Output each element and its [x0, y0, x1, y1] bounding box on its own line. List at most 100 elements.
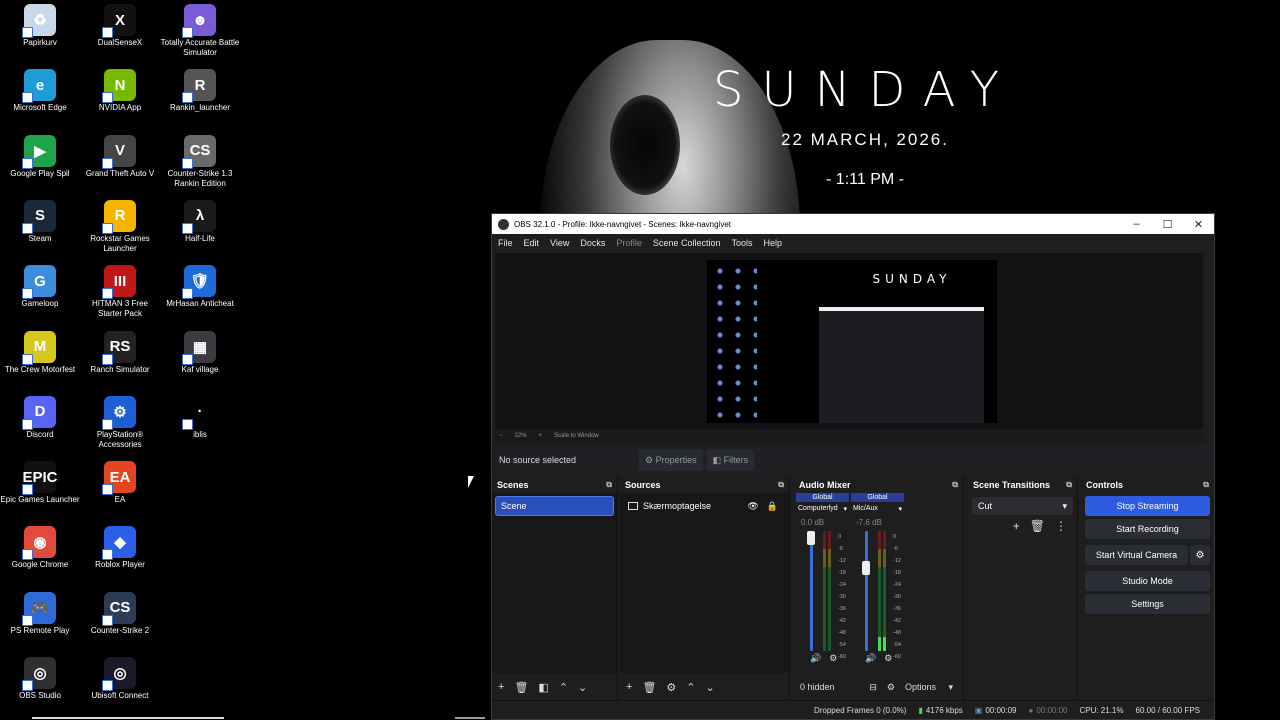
source-settings-icon[interactable]: ⚙	[666, 681, 676, 694]
volume-meter[interactable]: 0 -6 -12 -18 -24 -30 -36 -42 -48 -54 -60	[807, 531, 846, 660]
desktop-icon[interactable]: ♻ Papirkurv	[0, 4, 80, 68]
volume-meter[interactable]: 0 -6 -12 -18 -24 -30 -36 -42 -48 -54 -60	[862, 531, 901, 660]
undock-icon[interactable]: ⧉	[606, 480, 612, 490]
transition-select[interactable]: Cut ▾	[972, 497, 1073, 515]
undock-icon[interactable]: ⧉	[952, 480, 958, 490]
desktop-icon[interactable]: 🛡 MrHasan Anticheat	[160, 265, 240, 329]
desktop-icon[interactable]: λ Half-Life	[160, 199, 240, 264]
zoom-out-icon[interactable]: −	[499, 433, 503, 439]
volume-slider-track[interactable]	[865, 531, 868, 651]
channel-settings-icon[interactable]: ⚙	[829, 653, 845, 663]
menu-edit[interactable]: Edit	[524, 238, 540, 248]
lock-icon[interactable]: 🔒	[767, 501, 778, 512]
desktop-icon[interactable]: ◆ Roblox Player	[80, 526, 160, 590]
add-scene-icon[interactable]: +	[498, 681, 504, 693]
scene-item[interactable]: Scene	[495, 496, 614, 516]
desktop-icon[interactable]: EA EA	[80, 461, 160, 525]
desktop-icon[interactable]: CS Counter-Strike 2	[80, 591, 160, 656]
desktop-icon[interactable]: X DualSenseX	[80, 4, 160, 68]
volume-slider-track[interactable]	[810, 531, 813, 651]
preview-desktop-icons	[711, 263, 757, 418]
eye-icon[interactable]: 👁	[747, 501, 758, 512]
desktop-icon-label: Rockstar Games Launcher	[90, 233, 150, 253]
properties-button[interactable]: ⚙ Properties	[639, 449, 703, 471]
source-item[interactable]: Skærmoptagelse 👁 🔒	[623, 496, 786, 516]
mixer-advanced-icon[interactable]: ⚙	[887, 682, 895, 693]
db-tick-label: 0	[893, 534, 897, 540]
desktop-icon[interactable]: N NVIDIA App	[80, 69, 160, 133]
menu-profile[interactable]: Profile	[616, 238, 642, 248]
desktop-icon[interactable]: RS Ranch Simulator	[80, 330, 160, 395]
move-up-icon[interactable]: ⌃	[686, 681, 695, 694]
channel-name-select[interactable]: Computerlyd ▾	[796, 502, 849, 516]
add-transition-icon[interactable]: +	[1013, 519, 1020, 533]
add-source-icon[interactable]: +	[626, 681, 632, 693]
desktop-icon[interactable]: ⚙ PlayStation® Accessories	[80, 395, 160, 460]
kaf-village-icon: ▦	[182, 330, 216, 365]
desktop-icon[interactable]: ▦ Kaf village	[160, 330, 240, 395]
move-down-icon[interactable]: ⌄	[578, 681, 587, 694]
desktop-icon[interactable]: ◎ Ubisoft Connect	[80, 657, 160, 720]
sources-title: Sources	[625, 479, 661, 490]
zoom-mode-select[interactable]: Scale to Window	[554, 433, 599, 439]
menu-view[interactable]: View	[550, 238, 569, 248]
desktop-icon[interactable]: III HITMAN 3 Free Starter Pack	[80, 265, 160, 329]
preview-canvas[interactable]: SUNDAY	[495, 253, 1203, 429]
undock-icon[interactable]: ⧉	[1203, 480, 1209, 490]
volume-slider-handle[interactable]	[862, 560, 870, 575]
desktop-icon[interactable]: ☻ Totally Accurate Battle Simulator	[160, 4, 240, 68]
desktop-icon[interactable]: ◎ OBS Studio	[0, 657, 80, 720]
desktop-icon[interactable]: CS Counter-Strike 1.3 Rankin Edition	[160, 134, 240, 199]
desktop-icon[interactable]: V Grand Theft Auto V	[80, 134, 160, 199]
stop-streaming-button[interactable]: Stop Streaming	[1085, 496, 1210, 516]
channel-name-select[interactable]: Mic/Aux ▾	[851, 502, 904, 516]
menu-tools[interactable]: Tools	[731, 238, 752, 248]
menu-scene-collection[interactable]: Scene Collection	[653, 238, 721, 248]
move-down-icon[interactable]: ⌄	[706, 681, 715, 694]
speaker-icon[interactable]: 🔊	[810, 653, 829, 663]
desktop-icon[interactable]: 🎮 PS Remote Play	[0, 591, 80, 656]
undock-icon[interactable]: ⧉	[778, 480, 784, 490]
desktop-icon[interactable]: G Gameloop	[0, 265, 80, 329]
menu-docks[interactable]: Docks	[580, 238, 605, 248]
menu-help[interactable]: Help	[763, 238, 782, 248]
start-recording-button[interactable]: Start Recording	[1085, 519, 1210, 539]
scene-filters-icon[interactable]: ◧	[538, 681, 548, 694]
obs-titlebar[interactable]: OBS 32.1.0 - Profile: Ikke-navngivet - S…	[492, 214, 1214, 234]
desktop-icon[interactable]: R Rankin_launcher	[160, 69, 240, 133]
anticheat-icon: 🛡	[182, 265, 216, 300]
filters-button[interactable]: ◧ Filters	[706, 449, 755, 471]
minimize-icon[interactable]: –	[1121, 218, 1152, 230]
start-virtual-camera-button[interactable]: Start Virtual Camera	[1085, 545, 1188, 565]
zoom-in-icon[interactable]: +	[539, 433, 543, 439]
desktop-icon[interactable]: EPIC Epic Games Launcher	[0, 461, 80, 525]
settings-button[interactable]: Settings	[1085, 594, 1210, 614]
desktop-icon[interactable]: R Rockstar Games Launcher	[80, 199, 160, 264]
desktop-icon[interactable]: S Steam	[0, 199, 80, 264]
maximize-icon[interactable]: ☐	[1152, 218, 1183, 231]
signal-icon: ▮	[918, 705, 923, 715]
desktop-icon-label: HITMAN 3 Free Starter Pack	[91, 299, 148, 319]
close-icon[interactable]: ✕	[1183, 218, 1214, 231]
remove-scene-icon[interactable]: 🗑	[514, 681, 528, 694]
channel-settings-icon[interactable]: ⚙	[884, 653, 900, 663]
desktop-icon[interactable]: M The Crew Motorfest	[0, 330, 80, 395]
menu-file[interactable]: File	[498, 238, 513, 248]
undock-icon[interactable]: ⧉	[1066, 480, 1072, 490]
desktop-icon[interactable]: ▶ Google Play Spil	[0, 134, 80, 199]
remove-transition-icon[interactable]: 🗑	[1030, 519, 1045, 533]
options-button[interactable]: Options ▾	[905, 682, 953, 693]
volume-slider-handle[interactable]	[807, 531, 815, 545]
desktop-icon[interactable]: D Discord	[0, 395, 80, 460]
virtual-camera-settings-icon[interactable]: ⚙	[1190, 545, 1210, 565]
desktop-icon[interactable]: · iblis	[160, 395, 240, 460]
desktop-icon[interactable]: ◉ Google Chrome	[0, 526, 80, 590]
desktop-icon[interactable]: e Microsoft Edge	[0, 69, 80, 133]
mixer-layout-icon[interactable]: ⊟	[869, 682, 877, 693]
move-up-icon[interactable]: ⌃	[559, 681, 568, 694]
studio-mode-button[interactable]: Studio Mode	[1085, 571, 1210, 591]
speaker-icon[interactable]: 🔊	[865, 653, 884, 663]
db-tick-label: -24	[838, 582, 846, 588]
remove-source-icon[interactable]: 🗑	[642, 681, 656, 694]
more-options-icon[interactable]: ⋮	[1055, 519, 1067, 533]
